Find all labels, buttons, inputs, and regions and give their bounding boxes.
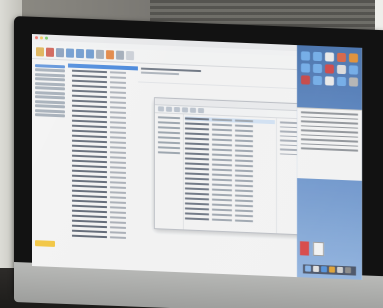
toolbar-icon[interactable] — [158, 106, 164, 112]
document-window — [297, 107, 362, 181]
folder-icon[interactable] — [349, 65, 358, 75]
sidebar-item[interactable] — [158, 126, 180, 130]
toolbar-icon[interactable] — [174, 106, 180, 113]
folder-icon[interactable] — [337, 76, 346, 87]
folder-item[interactable] — [35, 77, 65, 82]
toolbar-icon[interactable] — [190, 107, 196, 113]
folder-item[interactable] — [35, 81, 65, 86]
new-email-icon[interactable] — [36, 47, 44, 57]
text-line — [301, 142, 358, 147]
contacts-dialog — [154, 97, 306, 236]
text-line — [301, 111, 358, 116]
text-line — [301, 115, 358, 120]
flag-icon[interactable] — [106, 50, 114, 60]
sidebar-item[interactable] — [158, 121, 180, 125]
toolbar-icon[interactable] — [198, 107, 204, 114]
text-line — [301, 120, 358, 125]
desktop-files — [300, 241, 324, 257]
toolbar-icon[interactable] — [182, 107, 188, 113]
app-icon[interactable] — [337, 64, 346, 75]
app-icon[interactable] — [337, 52, 346, 63]
folder-item[interactable] — [35, 72, 65, 77]
minimize-icon[interactable] — [40, 35, 43, 39]
close-icon[interactable] — [35, 35, 38, 39]
toolbar-icon[interactable] — [166, 106, 172, 112]
dialog-sidebar — [155, 113, 184, 230]
text-line — [301, 147, 358, 152]
desktop-area — [297, 45, 362, 280]
dock-app-icon[interactable] — [329, 266, 335, 273]
sidebar-item[interactable] — [158, 116, 180, 120]
text-line — [301, 124, 358, 129]
app-icon[interactable] — [349, 53, 358, 63]
folder-icon[interactable] — [301, 51, 310, 61]
text-line — [301, 133, 358, 138]
folder-item[interactable] — [35, 63, 65, 68]
dock-app-icon[interactable] — [345, 267, 351, 274]
folder-item[interactable] — [35, 90, 65, 95]
archive-icon[interactable] — [56, 48, 64, 58]
calendar-nav-button[interactable] — [35, 240, 55, 247]
sidebar-item[interactable] — [158, 136, 180, 140]
message-sender — [141, 71, 179, 76]
search-icon[interactable] — [126, 50, 134, 61]
dock-app-icon[interactable] — [305, 265, 311, 272]
message-list — [68, 61, 139, 271]
folder-icon[interactable] — [313, 51, 322, 62]
dock-app-icon[interactable] — [313, 265, 319, 273]
sidebar-item[interactable] — [158, 151, 180, 155]
folder-item[interactable] — [35, 104, 65, 109]
sidebar-item[interactable] — [158, 141, 180, 145]
reply-icon[interactable] — [66, 48, 74, 58]
folder-item[interactable] — [35, 86, 65, 91]
monitor-screen — [32, 34, 362, 280]
categorize-icon[interactable] — [116, 50, 124, 60]
folder-item[interactable] — [35, 113, 65, 118]
app-icon[interactable] — [349, 77, 358, 87]
forward-icon[interactable] — [86, 49, 94, 59]
text-line — [301, 138, 358, 143]
pdf-file-icon[interactable] — [300, 241, 309, 256]
zoom-icon[interactable] — [45, 36, 48, 40]
folder-icon[interactable] — [313, 63, 322, 74]
move-icon[interactable] — [96, 49, 104, 60]
folder-item[interactable] — [35, 68, 65, 73]
photo-scene — [0, 0, 383, 308]
document-file-icon[interactable] — [313, 241, 324, 257]
dialog-table — [185, 116, 275, 227]
app-icon[interactable] — [325, 76, 334, 86]
folder-icon[interactable] — [301, 63, 310, 73]
desktop-icons — [301, 51, 358, 87]
folder-item[interactable] — [35, 99, 65, 104]
delete-icon[interactable] — [46, 47, 54, 57]
text-line — [301, 129, 358, 134]
app-icon[interactable] — [301, 75, 310, 85]
dock — [303, 264, 356, 276]
folder-item[interactable] — [35, 95, 65, 100]
folder-pane — [32, 60, 69, 268]
sidebar-item[interactable] — [158, 146, 180, 150]
sidebar-item[interactable] — [158, 131, 180, 135]
app-icon[interactable] — [325, 64, 334, 74]
folder-icon[interactable] — [325, 52, 334, 62]
dock-app-icon[interactable] — [321, 266, 327, 273]
folder-item[interactable] — [35, 108, 65, 113]
reply-all-icon[interactable] — [76, 48, 84, 59]
dock-app-icon[interactable] — [337, 266, 343, 274]
folder-icon[interactable] — [313, 75, 322, 86]
